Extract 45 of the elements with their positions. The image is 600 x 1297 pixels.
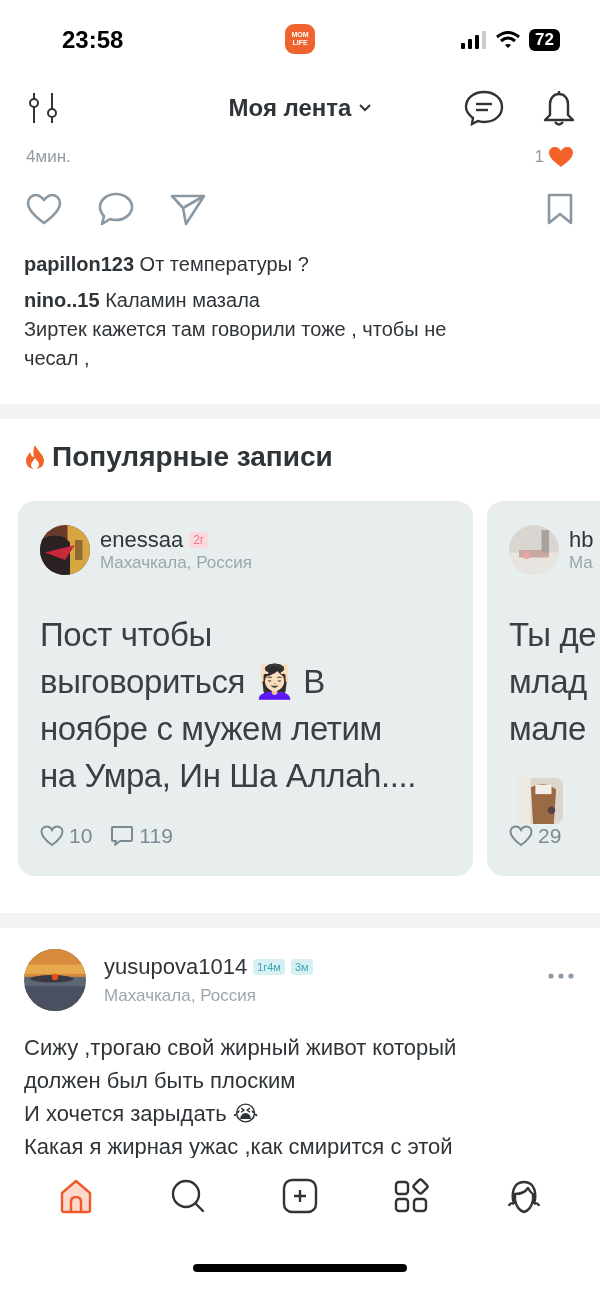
author-location: Махачкала, Россия xyxy=(100,553,252,573)
comment-icon xyxy=(110,825,135,847)
comment-icon[interactable] xyxy=(98,192,134,226)
signal-icon xyxy=(461,31,488,49)
post-text: Ты де млад мале xyxy=(509,615,598,749)
bell-icon[interactable] xyxy=(542,89,576,127)
like-count: 1 xyxy=(534,147,544,167)
chat-icon[interactable] xyxy=(464,90,504,126)
post-card[interactable]: enessaa 2г Махачкала, Россия Пост чтобы выговориться 💆🏻‍♀ В ноябре с мужем летим на Умра, Ин Ша Аллаh.... 10 119 xyxy=(18,501,473,876)
like-count: 10 xyxy=(69,824,93,848)
author-location: Махачкала, Россия xyxy=(104,986,257,1006)
heart-icon[interactable] xyxy=(26,193,62,225)
age-badge: 2г xyxy=(189,532,209,548)
search-icon xyxy=(170,1178,206,1214)
more-icon[interactable] xyxy=(548,973,574,979)
feed-selector[interactable]: Моя лента xyxy=(228,94,372,122)
section-title: Популярные записи xyxy=(52,441,333,473)
author-location: Ма xyxy=(569,553,594,573)
post-text: Сижу ,трогаю свой жирный живот который должен был быть плоским И хочется зарыдать 😭 Какая я жирная ужас ,как смирится с этой xyxy=(24,1034,458,1158)
status-badge: 1г4м xyxy=(253,959,285,975)
chevron-down-icon xyxy=(359,104,372,112)
profile-icon xyxy=(506,1178,542,1214)
post-card[interactable]: hb Ма Ты де млад мале 29 xyxy=(487,501,600,876)
send-icon[interactable] xyxy=(170,192,206,226)
status-badge: 3м xyxy=(290,959,313,975)
filter-icon[interactable] xyxy=(26,91,60,125)
author-name: yusupova1014 xyxy=(104,954,248,980)
add-icon xyxy=(282,1178,318,1214)
comment-text: nino..15 Каламин мазала Зиртек кажется там говорили тоже , чтобы не чесал , xyxy=(24,288,448,371)
post-time: 4мин. xyxy=(26,147,71,167)
apps-icon xyxy=(394,1178,430,1214)
battery-level: 72 xyxy=(529,29,560,51)
heart-icon xyxy=(40,825,64,847)
author-name: enessaa xyxy=(100,527,184,553)
heart-icon xyxy=(509,825,533,847)
post-text: Пост чтобы выговориться 💆🏻‍♀ В ноябре с мужем летим на Умра, Ин Ша Аллаh.... xyxy=(40,615,418,796)
comment-text: papillon123 От температуры ? xyxy=(24,252,310,277)
fire-icon xyxy=(24,444,46,470)
bookmark-icon[interactable] xyxy=(546,192,574,226)
wifi-icon xyxy=(495,31,522,49)
like-count: 29 xyxy=(538,824,562,848)
comment-count: 119 xyxy=(139,824,173,848)
home-icon xyxy=(58,1178,94,1214)
author-name: hb xyxy=(569,527,594,553)
clock: 23:58 xyxy=(62,26,125,54)
